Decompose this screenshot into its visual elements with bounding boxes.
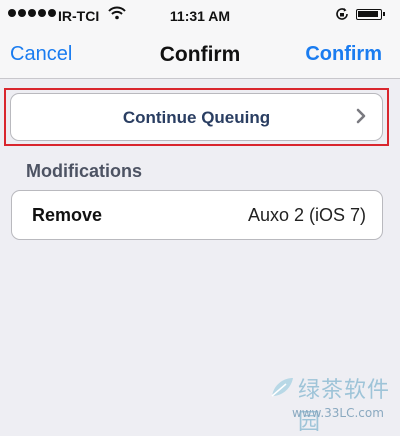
watermark-text: 绿茶软件园 [298,378,391,435]
modification-row[interactable]: Remove Auxo 2 (iOS 7) [11,190,383,240]
continue-queuing-button[interactable]: Continue Queuing [10,93,383,141]
navigation-bar: Cancel Confirm Confirm [0,32,400,79]
watermark-url: www.33LC.com [292,406,384,420]
modification-package: Auxo 2 (iOS 7) [247,205,366,225]
modification-action: Remove [32,205,103,225]
battery-icon [356,9,385,20]
watermark-logo-icon [268,374,296,407]
watermark: 绿茶软件园 www.33LC.com [268,372,396,435]
rotation-lock-icon [334,6,350,25]
chevron-right-icon [356,108,366,129]
confirm-button[interactable]: Confirm [305,43,382,66]
modifications-header: Modifications [26,161,142,181]
continue-queuing-label: Continue Queuing [122,108,271,127]
status-bar: IR-TCI 11:31 AM [0,0,400,32]
